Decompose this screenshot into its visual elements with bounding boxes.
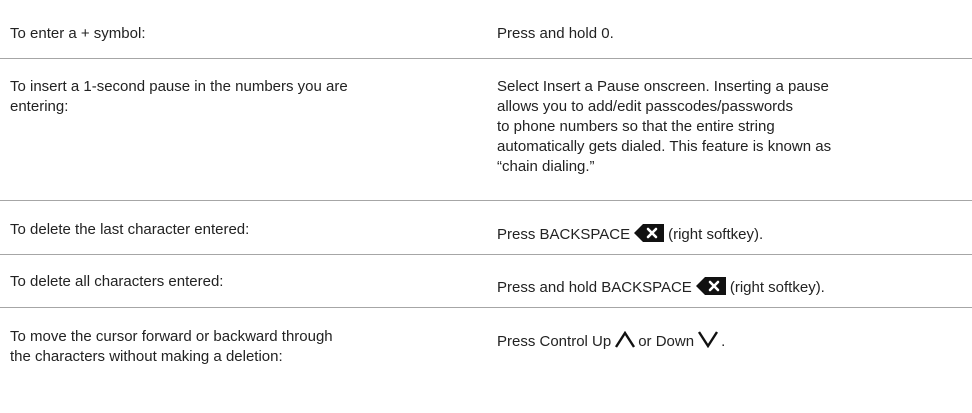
action-suffix: (right softkey). xyxy=(668,226,764,243)
instructions-table: To enter a + symbol: Press and hold 0. T… xyxy=(0,0,972,413)
row-divider xyxy=(0,307,972,308)
instruction-line: entering: xyxy=(10,98,69,115)
up-chevron-icon xyxy=(614,330,636,354)
action-cell: Press Control Up or Down. xyxy=(497,330,967,354)
row-divider xyxy=(0,254,972,255)
action-line: allows you to add/edit passcodes/passwor… xyxy=(497,98,794,115)
backspace-icon xyxy=(634,224,665,248)
action-cell: Press and hold BACKSPACE (right softkey). xyxy=(497,277,967,301)
instruction-cell: To insert a 1-second pause in the number… xyxy=(10,77,490,117)
action-line: to phone numbers so that the entire stri… xyxy=(497,118,775,135)
action-line: Select Insert a Pause onscreen. Insertin… xyxy=(497,78,829,95)
instruction-cell: To move the cursor forward or backward t… xyxy=(10,327,490,367)
action-part: . xyxy=(721,333,726,350)
instruction-cell: To enter a + symbol: xyxy=(10,25,146,42)
action-part: Press Control Up xyxy=(497,333,612,350)
action-suffix: (right softkey). xyxy=(729,279,825,296)
row-divider xyxy=(0,58,972,59)
backspace-icon xyxy=(695,277,726,301)
action-line: automatically gets dialed. This feature … xyxy=(497,138,832,155)
action-prefix: Press BACKSPACE xyxy=(497,226,631,243)
instruction-cell: To delete all characters entered: xyxy=(10,273,224,290)
action-prefix: Press and hold BACKSPACE xyxy=(497,279,692,296)
instruction-cell: To delete the last character entered: xyxy=(10,221,250,238)
instruction-line: To insert a 1-second pause in the number… xyxy=(10,78,348,95)
action-line: “chain dialing.” xyxy=(497,158,595,175)
instruction-line: the characters without making a deletion… xyxy=(10,348,283,365)
instruction-line: To move the cursor forward or backward t… xyxy=(10,328,333,345)
action-cell: Press and hold 0. xyxy=(497,25,614,42)
row-divider xyxy=(0,200,972,201)
action-part: or Down xyxy=(638,333,695,350)
action-cell: Select Insert a Pause onscreen. Insertin… xyxy=(497,77,967,177)
down-chevron-icon xyxy=(697,331,719,354)
action-cell: Press BACKSPACE (right softkey). xyxy=(497,224,967,248)
